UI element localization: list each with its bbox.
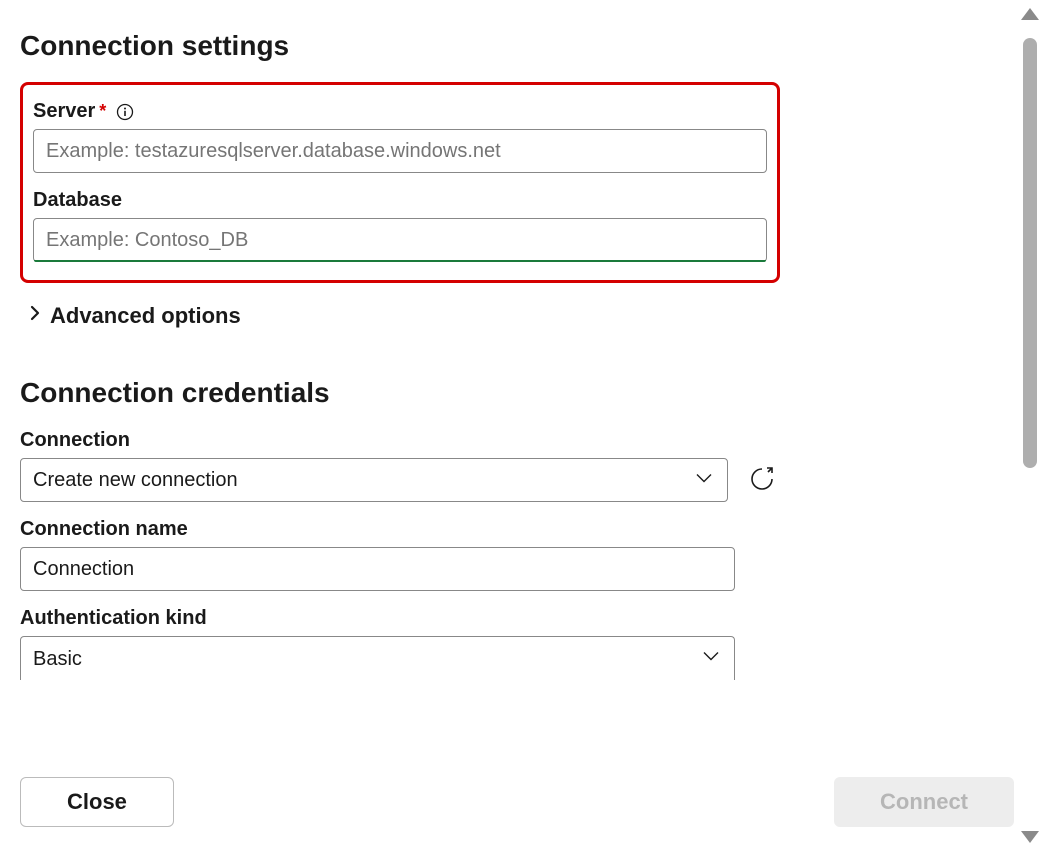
info-icon[interactable]: [116, 103, 134, 121]
server-label: Server: [33, 100, 95, 123]
connection-settings-highlight: Server * Database: [20, 82, 780, 283]
scrollbar-thumb[interactable]: [1023, 38, 1037, 468]
connection-name-label: Connection name: [20, 518, 188, 541]
chevron-right-icon: [28, 304, 42, 328]
scroll-down-arrow-icon[interactable]: [1021, 831, 1039, 843]
database-active-underline: [34, 260, 766, 262]
connection-credentials-heading: Connection credentials: [20, 377, 780, 409]
auth-kind-label: Authentication kind: [20, 607, 207, 630]
database-input[interactable]: [33, 218, 767, 262]
server-field-group: Server *: [33, 100, 767, 173]
refresh-icon: [748, 465, 776, 496]
advanced-options-toggle[interactable]: Advanced options: [20, 293, 780, 329]
refresh-button[interactable]: [744, 462, 780, 498]
connection-name-field-group: Connection name: [20, 518, 780, 591]
server-input[interactable]: [33, 129, 767, 173]
connection-name-input[interactable]: [20, 547, 735, 591]
advanced-options-label: Advanced options: [50, 303, 241, 329]
auth-kind-field-group: Authentication kind Basic: [20, 607, 780, 680]
connection-label: Connection: [20, 429, 130, 452]
connect-button[interactable]: Connect: [834, 777, 1014, 827]
dialog-footer: Close Connect: [20, 777, 1014, 827]
close-button[interactable]: Close: [20, 777, 174, 827]
required-indicator: *: [99, 101, 106, 122]
scrollbar-track-area[interactable]: [1023, 38, 1037, 813]
connection-select[interactable]: Create new connection: [20, 458, 728, 502]
database-label: Database: [33, 189, 122, 212]
connection-field-group: Connection Create new connection: [20, 429, 780, 502]
vertical-scrollbar[interactable]: [1017, 0, 1043, 851]
connection-settings-heading: Connection settings: [20, 30, 780, 62]
scroll-up-arrow-icon[interactable]: [1021, 8, 1039, 20]
auth-kind-select[interactable]: Basic: [20, 636, 735, 680]
database-field-group: Database: [33, 189, 767, 262]
